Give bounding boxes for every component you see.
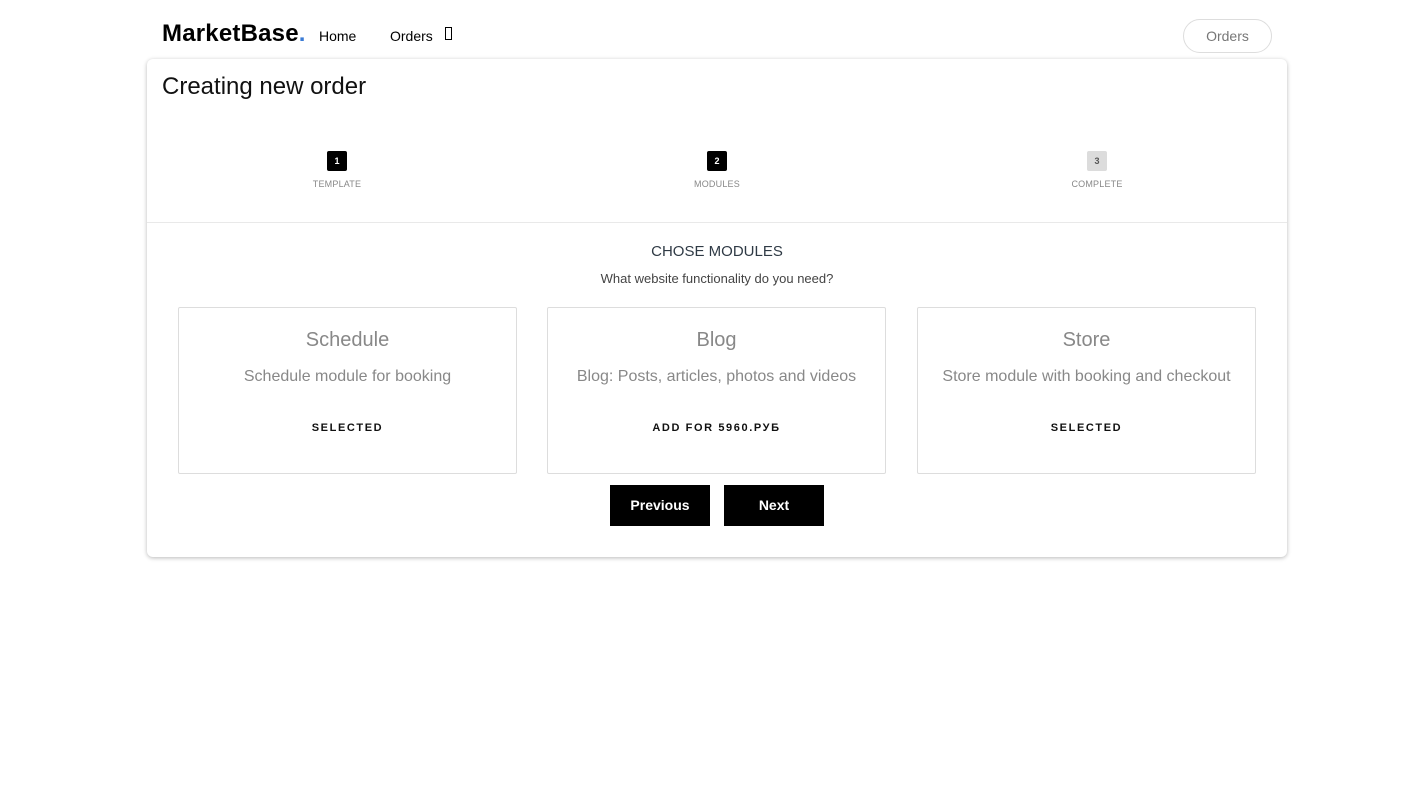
module-name: Store: [1062, 329, 1111, 351]
module-description: Blog: Posts, articles, photos and videos: [576, 368, 857, 385]
module-action-button[interactable]: ADD FOR 5960.РУБ: [548, 422, 885, 434]
order-stepper: 1 TEMPLATE 2 MODULES 3 COMPLETE: [147, 151, 1287, 223]
step-label: MODULES: [694, 179, 740, 189]
module-card-blog[interactable]: Blog Blog: Posts, articles, photos and v…: [547, 307, 886, 474]
module-name: Blog: [696, 329, 737, 351]
module-description: Schedule module for booking: [243, 368, 452, 385]
nav-link-home[interactable]: Home: [319, 28, 356, 44]
step-number: 3: [1087, 151, 1107, 171]
previous-button[interactable]: Previous: [610, 485, 710, 526]
module-name: Schedule: [305, 329, 390, 351]
module-card-store[interactable]: Store Store module with booking and chec…: [917, 307, 1256, 474]
brand-logo[interactable]: MarketBase.: [162, 20, 306, 48]
page-title: Creating new order: [162, 73, 367, 100]
nav-link-orders[interactable]: Orders: [390, 28, 433, 44]
missing-glyph-icon: [445, 27, 452, 40]
step-label: COMPLETE: [1071, 179, 1123, 189]
step-number: 1: [327, 151, 347, 171]
module-action-button[interactable]: SELECTED: [179, 422, 516, 434]
step-label: TEMPLATE: [312, 179, 362, 189]
section-subtitle: What website functionality do you need?: [600, 271, 834, 286]
next-button[interactable]: Next: [724, 485, 824, 526]
brand-name: MarketBase: [162, 20, 299, 47]
module-action-button[interactable]: SELECTED: [918, 422, 1255, 434]
navbar: MarketBase. Home Orders Orders: [162, 18, 1272, 54]
step-complete[interactable]: 3 COMPLETE: [1037, 151, 1157, 189]
module-card-schedule[interactable]: Schedule Schedule module for booking SEL…: [178, 307, 517, 474]
step-modules[interactable]: 2 MODULES: [657, 151, 777, 189]
step-number: 2: [707, 151, 727, 171]
orders-button[interactable]: Orders: [1183, 19, 1272, 53]
order-card: Creating new order 1 TEMPLATE 2 MODULES …: [147, 59, 1287, 557]
section-title: CHOSE MODULES: [651, 243, 783, 260]
module-description: Store module with booking and checkout: [942, 368, 1231, 385]
brand-dot: .: [298, 20, 306, 47]
step-template[interactable]: 1 TEMPLATE: [277, 151, 397, 189]
